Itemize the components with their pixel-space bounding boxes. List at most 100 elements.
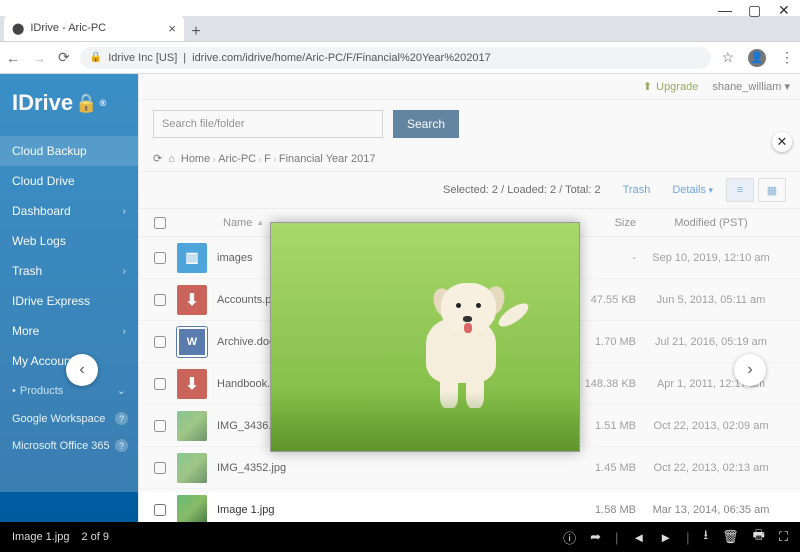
sidebar-item[interactable]: IDrive Express xyxy=(0,286,138,316)
file-modified: Jul 21, 2016, 05:19 am xyxy=(636,336,786,348)
file-icon xyxy=(177,411,207,441)
lightbox-counter: 2 of 9 xyxy=(81,531,109,543)
chevron-right-icon: › xyxy=(123,206,126,217)
breadcrumb-item[interactable]: Aric-PC xyxy=(218,153,256,165)
lightbox-close-icon[interactable]: ✕ xyxy=(772,132,792,152)
file-modified: Apr 1, 2011, 12:17 am xyxy=(636,378,786,390)
delete-icon[interactable]: 🗑 xyxy=(722,529,739,545)
user-menu[interactable]: shane_william ▾ xyxy=(712,80,790,93)
prev-icon[interactable]: ◄ xyxy=(632,530,645,545)
lightbox-next-icon[interactable]: › xyxy=(734,354,766,386)
file-modified: Mar 13, 2014, 06:35 am xyxy=(636,504,786,516)
row-checkbox[interactable] xyxy=(154,336,166,348)
search-row: Search xyxy=(139,100,800,148)
sidebar-item[interactable]: Cloud Backup xyxy=(0,136,138,166)
row-checkbox[interactable] xyxy=(154,462,166,474)
breadcrumb: ⟳ ⌂ Home › Aric-PC › F › Financial Year … xyxy=(139,148,800,172)
breadcrumb-item[interactable]: Financial Year 2017 xyxy=(279,153,376,165)
sidebar-item-label: Cloud Backup xyxy=(12,144,87,158)
row-checkbox[interactable] xyxy=(154,420,166,432)
grid-view-icon[interactable]: ▦ xyxy=(758,178,786,202)
top-strip: ⬆ Upgrade shane_william ▾ xyxy=(139,74,800,100)
file-icon: ⬇ xyxy=(177,369,207,399)
col-name[interactable]: Name xyxy=(223,217,252,229)
help-icon[interactable]: ? xyxy=(115,439,128,452)
print-icon[interactable]: 🖶 xyxy=(753,526,765,548)
row-checkbox[interactable] xyxy=(154,504,166,516)
sidebar-product-item[interactable]: Google Workspace? xyxy=(0,405,138,432)
list-view-icon[interactable]: ≡ xyxy=(726,178,754,202)
col-modified[interactable]: Modified (PST) xyxy=(636,217,786,229)
sidebar-item-label: Cloud Drive xyxy=(12,174,75,188)
minimize-icon[interactable]: — xyxy=(718,5,728,15)
file-modified: Oct 22, 2013, 02:13 am xyxy=(636,462,786,474)
browser-tab[interactable]: ⬤ IDrive - Aric-PC × xyxy=(4,15,184,41)
breadcrumb-item[interactable]: Home xyxy=(181,153,210,165)
file-icon: W xyxy=(177,327,207,357)
lightbox-prev-icon[interactable]: ‹ xyxy=(66,354,98,386)
refresh-icon[interactable]: ⟳ xyxy=(153,152,162,165)
sidebar-item-label: More xyxy=(12,324,39,338)
window-controls: — ▢ ✕ xyxy=(0,0,800,16)
maximize-icon[interactable]: ▢ xyxy=(748,5,758,15)
next-icon[interactable]: ► xyxy=(659,530,672,545)
download-icon[interactable]: ⭳ xyxy=(704,526,709,548)
close-icon[interactable]: ✕ xyxy=(778,5,788,15)
tab-close-icon[interactable]: × xyxy=(168,21,176,36)
sidebar: IDrive🔒® Cloud Backup Cloud Drive Dashboar… xyxy=(0,74,138,522)
row-checkbox[interactable] xyxy=(154,252,166,264)
info-icon[interactable]: ⓘ xyxy=(563,528,576,547)
details-dropdown[interactable]: Details xyxy=(663,179,722,201)
chevron-right-icon: › xyxy=(123,266,126,277)
sidebar-item-label: My Account xyxy=(12,354,74,368)
trash-button[interactable]: Trash xyxy=(614,179,660,201)
lightbox-bottom-bar: Image 1.jpg 2 of 9 ⓘ ➦ | ◄ ► | ⭳ 🗑 🖶 ⛶ xyxy=(0,522,800,552)
star-icon[interactable]: ☆ xyxy=(721,49,734,66)
url-text: idrive.com/idrive/home/Aric-PC/F/Financi… xyxy=(192,52,491,64)
file-icon xyxy=(177,453,207,483)
table-row[interactable]: Image 1.jpg1.58 MBMar 13, 2014, 06:35 am xyxy=(139,489,800,522)
browser-tab-bar: ⬤ IDrive - Aric-PC × + xyxy=(0,16,800,42)
sidebar-item[interactable]: Web Logs xyxy=(0,226,138,256)
sidebar-item[interactable]: Cloud Drive xyxy=(0,166,138,196)
breadcrumb-item[interactable]: F xyxy=(264,153,271,165)
address-field[interactable]: 🔒 Idrive Inc [US] | idrive.com/idrive/ho… xyxy=(80,47,712,69)
sidebar-item[interactable]: Trash › xyxy=(0,256,138,286)
menu-icon[interactable]: ⋮ xyxy=(780,49,794,66)
search-input[interactable] xyxy=(153,110,383,138)
sidebar-item-label: Dashboard xyxy=(12,204,71,218)
fullscreen-icon[interactable]: ⛶ xyxy=(779,529,788,545)
file-modified: Oct 22, 2013, 02:09 am xyxy=(636,420,786,432)
row-checkbox[interactable] xyxy=(154,294,166,306)
row-checkbox[interactable] xyxy=(154,378,166,390)
file-name: Image 1.jpg xyxy=(217,504,556,516)
sidebar-item-label: Trash xyxy=(12,264,42,278)
tab-favicon: ⬤ xyxy=(12,22,24,35)
select-all-checkbox[interactable] xyxy=(154,217,166,229)
logo: IDrive🔒® xyxy=(0,74,138,136)
search-button[interactable]: Search xyxy=(393,110,459,138)
sidebar-item[interactable]: More› xyxy=(0,316,138,346)
help-icon[interactable]: ? xyxy=(115,412,128,425)
file-icon xyxy=(177,495,207,523)
logo-text: IDrive xyxy=(12,90,73,116)
forward-icon[interactable]: → xyxy=(32,50,46,66)
sidebar-item[interactable]: Dashboard › xyxy=(0,196,138,226)
share-icon[interactable]: ➦ xyxy=(590,529,601,545)
addr-right-icons: ☆ 👤 ⋮ xyxy=(721,49,794,67)
controls-row: Selected: 2 / Loaded: 2 / Total: 2 Trash… xyxy=(139,172,800,209)
upgrade-link[interactable]: ⬆ Upgrade xyxy=(643,80,698,93)
addr-separator: | xyxy=(183,52,186,64)
profile-avatar[interactable]: 👤 xyxy=(748,49,766,67)
back-icon[interactable]: ← xyxy=(6,50,20,66)
tab-title: IDrive - Aric-PC xyxy=(30,22,162,34)
home-icon[interactable]: ⌂ xyxy=(168,153,175,165)
new-tab-button[interactable]: + xyxy=(184,23,208,41)
file-size: 1.58 MB xyxy=(556,504,636,516)
sidebar-product-item[interactable]: Microsoft Office 365? xyxy=(0,432,138,459)
reload-icon[interactable]: ⟳ xyxy=(58,49,70,66)
table-row[interactable]: IMG_4352.jpg1.45 MBOct 22, 2013, 02:13 a… xyxy=(139,447,800,489)
sidebar-item-label: IDrive Express xyxy=(12,294,90,308)
lightbox-filename: Image 1.jpg xyxy=(12,531,69,543)
logo-lock-icon: 🔒 xyxy=(75,93,97,114)
